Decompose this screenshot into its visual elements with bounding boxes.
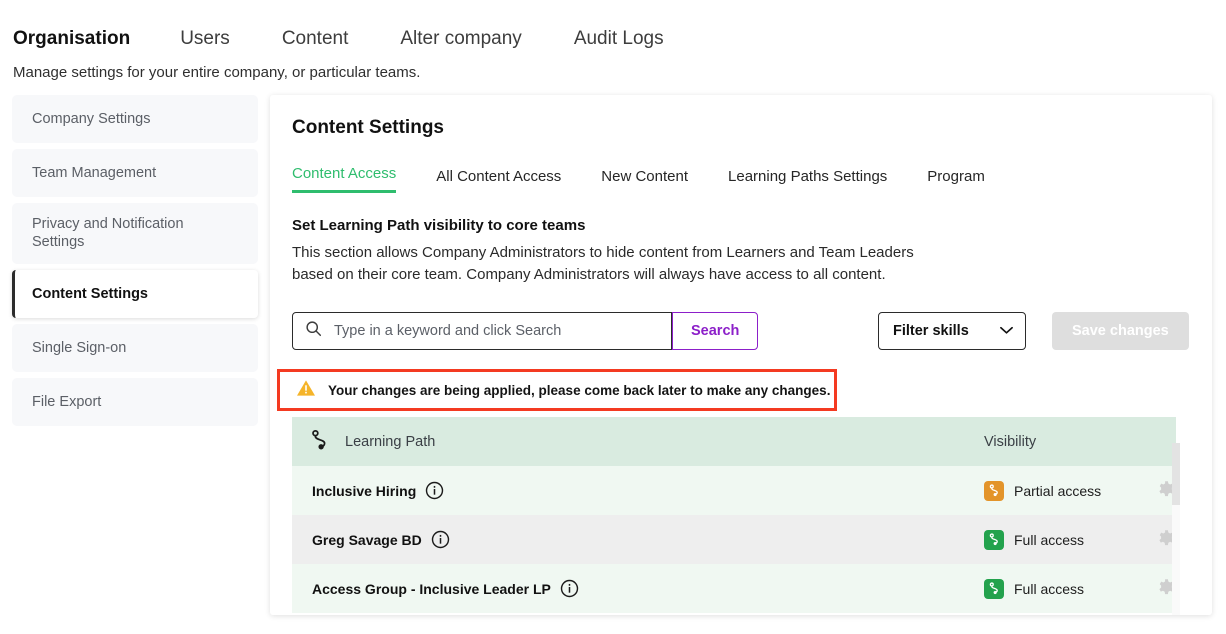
learning-path-icon [309,429,331,454]
topnav-item-organisation[interactable]: Organisation [13,28,130,50]
body-wrapper: Company Settings Team Management Privacy… [0,81,1226,615]
visibility-badge-icon [984,578,1004,599]
visibility-label: Full access [1014,580,1085,597]
sidebar-item-label: Single Sign-on [32,339,127,356]
table-cell-visibility: Full access [926,578,1176,600]
content-settings-card: Content Settings Content Access All Cont… [270,95,1212,615]
info-icon[interactable] [431,530,450,549]
info-icon[interactable] [425,481,444,500]
sidebar-item-privacy-and-notification-settings[interactable]: Privacy and Notification Settings [12,203,258,264]
table-cell-learning-path-name: Inclusive Hiring [292,481,926,500]
visibility-badge-icon [984,529,1004,550]
info-icon[interactable] [560,579,579,598]
visibility-badge-icon [984,480,1004,501]
sidebar-item-label: Team Management [32,165,157,182]
table-header-visibility: Visibility [984,433,1037,450]
tab-content-access[interactable]: Content Access [292,165,397,193]
topnav-item-audit-logs[interactable]: Audit Logs [574,28,664,50]
warning-banner: Your changes are being applied, please c… [277,369,837,412]
sidebar-item-company-settings[interactable]: Company Settings [12,95,258,144]
table-header-learning-path: Learning Path [292,429,926,454]
section-description: This section allows Company Administrato… [292,244,914,284]
tab-new-content[interactable]: New Content [601,168,688,193]
learning-path-name: Inclusive Hiring [312,482,417,499]
tab-all-content-access[interactable]: All Content Access [436,168,561,193]
save-changes-button[interactable]: Save changes [1052,312,1189,351]
sidebar-item-single-sign-on[interactable]: Single Sign-on [12,323,258,372]
table-cell-learning-path-name: Access Group - Inclusive Leader LP [292,579,926,598]
controls-row: Search Filter skills Save changes [270,286,1212,351]
sidebar-item-label: Privacy and Notification Settings [32,216,184,251]
sidebar-item-label: File Export [32,393,102,410]
page-root: Organisation Users Content Alter company… [0,0,1226,634]
table-cell-visibility: Partial access [926,480,1176,502]
search-button[interactable]: Search [672,312,759,351]
topnav-item-content[interactable]: Content [282,28,349,50]
sidebar-item-file-export[interactable]: File Export [12,377,258,426]
section-heading: Set Learning Path visibility to core tea… [292,217,586,234]
table-row[interactable]: Inclusive Hiring Partial access [292,466,1176,516]
learning-path-table: Learning Path Visibility Inclusive Hirin… [292,417,1176,614]
page-subtitle: Manage settings for your entire company,… [13,64,421,81]
table-row[interactable]: Greg Savage BD Full access [292,515,1176,565]
sidebar-item-content-settings[interactable]: Content Settings [12,269,258,318]
search-icon [305,320,322,342]
visibility-label: Full access [1014,531,1085,548]
learning-path-name: Greg Savage BD [312,531,422,548]
warning-text: Your changes are being applied, please c… [328,382,831,398]
search-input[interactable] [332,322,652,341]
card-title: Content Settings [292,117,444,138]
sidebar: Company Settings Team Management Privacy… [0,95,258,615]
table-cell-visibility: Full access [926,529,1176,551]
search-box[interactable] [292,312,672,351]
topnav-item-alter-company[interactable]: Alter company [400,28,521,50]
filter-skills-select[interactable]: Filter skills [878,312,1026,351]
visibility-label: Partial access [1014,482,1102,499]
warning-triangle-icon [296,379,316,402]
tab-bar: Content Access All Content Access New Co… [270,139,1212,193]
table-header-learning-path-label: Learning Path [345,433,436,450]
sidebar-item-label: Content Settings [32,285,148,302]
table-header-row: Learning Path Visibility [292,417,1176,467]
tab-program[interactable]: Program [927,168,985,193]
sidebar-item-label: Company Settings [32,111,151,127]
filter-skills-label: Filter skills [893,323,969,340]
table-row[interactable]: Access Group - Inclusive Leader LP Full … [292,564,1176,614]
table-cell-learning-path-name: Greg Savage BD [292,530,926,549]
right-controls: Filter skills Save changes [878,312,1189,351]
sidebar-item-team-management[interactable]: Team Management [12,149,258,198]
top-navigation: Organisation Users Content Alter company… [0,0,1226,50]
table-scrollbar-thumb[interactable] [1172,443,1180,505]
chevron-down-icon [1000,323,1013,339]
tab-learning-paths-settings[interactable]: Learning Paths Settings [728,168,887,193]
topnav-item-users[interactable]: Users [180,28,230,50]
learning-path-name: Access Group - Inclusive Leader LP [312,580,551,597]
